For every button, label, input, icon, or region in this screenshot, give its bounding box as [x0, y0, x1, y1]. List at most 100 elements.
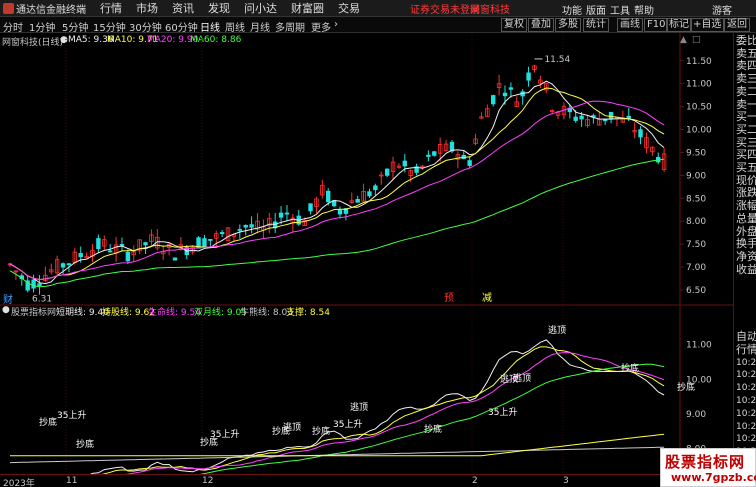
tool-multi-stock[interactable]: 多股 — [555, 18, 581, 32]
menu-item-market[interactable]: 市场 — [136, 0, 158, 16]
indicator-annotation: 抄底 — [677, 381, 695, 393]
period-30min[interactable]: 30分钟 — [129, 19, 162, 34]
candle-body — [608, 111, 614, 120]
period-toolbar: 分时 1分钟 5分钟 15分钟 30分钟 60分钟 日线 周线 月线 多周期 更… — [0, 17, 756, 34]
quote-label: 买一 — [736, 110, 756, 124]
period-daily[interactable]: 日线 — [200, 19, 220, 34]
trade-time-label: 10:27 — [736, 396, 756, 406]
brand-url: www.7gpzb.com — [671, 471, 756, 484]
indicator-annotation: 35上升 — [333, 419, 362, 430]
app-logo-icon — [3, 2, 14, 14]
tool-stats[interactable]: 统计 — [583, 18, 609, 32]
more-chevron-icon[interactable]: › — [334, 19, 338, 30]
indicator-annotation: 逃顶 — [548, 324, 566, 336]
candle-body — [125, 251, 131, 262]
period-intraday[interactable]: 分时 — [3, 19, 23, 34]
trade-time-label: 10:27 — [736, 383, 756, 394]
candle-body — [308, 203, 313, 212]
period-60min[interactable]: 60分钟 — [165, 19, 198, 34]
candle-body — [31, 279, 36, 289]
chart-area[interactable]: 11.50 11.00 10.50 10.00 9.50 9.00 8.50 8.00 7.50… — [0, 33, 733, 474]
candle-body — [243, 225, 248, 228]
quote-label: 总量 — [736, 211, 756, 225]
indicator-annotation: 35上升 — [488, 407, 517, 418]
brand-watermark: 股票指标网 www.7gpzb.com — [660, 448, 756, 487]
quote-label: 买四 — [736, 148, 756, 162]
candle-body — [208, 239, 213, 241]
indicator-tick-label: 11.00 — [686, 341, 712, 351]
candle-body — [449, 141, 455, 152]
quote-label: 买三 — [736, 135, 756, 149]
quote-label: 收益 — [736, 262, 756, 276]
candle-body — [638, 129, 643, 138]
candle-body — [373, 185, 378, 191]
menu-item-wealth-circle[interactable]: 财富圈 — [291, 0, 324, 16]
quote-label: 买五 — [736, 161, 756, 174]
candle-body — [526, 72, 531, 81]
low-label: 6.31 — [32, 295, 52, 305]
period-weekly[interactable]: 周线 — [225, 19, 245, 34]
quote-label: 买二 — [736, 122, 756, 136]
tool-adjust[interactable]: 复权 — [501, 18, 527, 32]
period-monthly[interactable]: 月线 — [250, 19, 270, 34]
period-5min[interactable]: 5分钟 — [62, 19, 88, 34]
indicator-annotation: 抄底 — [424, 423, 442, 435]
quote-label: 卖一 — [736, 97, 756, 111]
quote-side-panel: 委比 卖五 卖四 卖三 卖二 卖一 买一 买二 买三 买四 买五 现价 涨跌 涨幅 总量 外盘 换手 净资 收益 自动… — [733, 33, 756, 487]
menu-help[interactable]: 帮助 — [634, 2, 654, 17]
period-1min[interactable]: 1分钟 — [29, 19, 55, 34]
indicator-tick-label: 9.00 — [686, 410, 706, 420]
tool-overlay[interactable]: 叠加 — [528, 18, 554, 32]
candle-body — [219, 232, 225, 235]
menu-item-discover[interactable]: 发现 — [208, 0, 230, 16]
candle-body — [426, 154, 431, 157]
candle-body — [579, 115, 584, 120]
tool-mark[interactable]: 标记 — [666, 18, 692, 32]
menu-function[interactable]: 功能 — [562, 2, 582, 17]
candle-body — [402, 160, 408, 167]
indicator-annotation: 抄底 — [76, 438, 94, 450]
top-menu-bar: 通达信金融终端 行情 市场 资讯 发现 问小达 财富圈 交易 证券交易未登录 网… — [0, 0, 756, 17]
indicator-annotation: 35上升 — [57, 410, 86, 421]
tool-back[interactable]: 返回 — [724, 18, 750, 32]
candle-body — [432, 151, 437, 156]
app-title: 通达信金融终端 — [16, 4, 86, 16]
period-15min[interactable]: 15分钟 — [93, 19, 126, 34]
candle-body — [502, 92, 508, 97]
trade-time-label: 行情 — [736, 342, 756, 356]
menu-item-news[interactable]: 资讯 — [172, 0, 194, 16]
time-label-11: 11 — [66, 476, 78, 486]
price-tick-label: 11.00 — [686, 80, 712, 90]
candle-body — [491, 95, 496, 105]
price-tick-label: 7.00 — [686, 263, 706, 273]
trade-time-label: 10:27 — [736, 408, 756, 419]
candle-body — [355, 198, 360, 203]
trade-time-label: 10:27 — [736, 357, 756, 368]
tool-add-watchlist[interactable]: +自选 — [690, 18, 725, 32]
menu-guest[interactable]: 游客 — [712, 2, 732, 17]
tool-f10[interactable]: F10 — [644, 18, 669, 32]
quote-label: 换手 — [736, 237, 756, 251]
brand-title: 股票指标网 — [665, 453, 746, 471]
candle-body — [66, 263, 72, 266]
candle-body — [60, 263, 66, 268]
candle-body — [326, 190, 331, 203]
indicator-annotation: 抄底 — [621, 362, 639, 374]
candle-body — [467, 160, 472, 166]
marker-jian: 减 — [482, 292, 492, 304]
menu-item-quotes[interactable]: 行情 — [100, 0, 122, 16]
quote-label: 现价 — [736, 173, 756, 187]
quote-label: 委比 — [736, 34, 756, 47]
menu-tools[interactable]: 工具 — [610, 2, 630, 17]
menu-item-ask[interactable]: 问小达 — [244, 0, 277, 16]
candle-body — [172, 257, 178, 261]
menu-layout[interactable]: 版面 — [586, 2, 606, 17]
tool-draw[interactable]: 画线 — [617, 18, 643, 32]
period-multi[interactable]: 多周期 — [275, 19, 305, 34]
candle-body — [278, 212, 284, 218]
price-tick-label: 8.50 — [686, 194, 706, 204]
price-tick-label: 9.50 — [686, 148, 706, 158]
period-more[interactable]: 更多 — [311, 19, 331, 34]
menu-item-trade[interactable]: 交易 — [338, 0, 360, 16]
candle-body — [284, 212, 290, 215]
